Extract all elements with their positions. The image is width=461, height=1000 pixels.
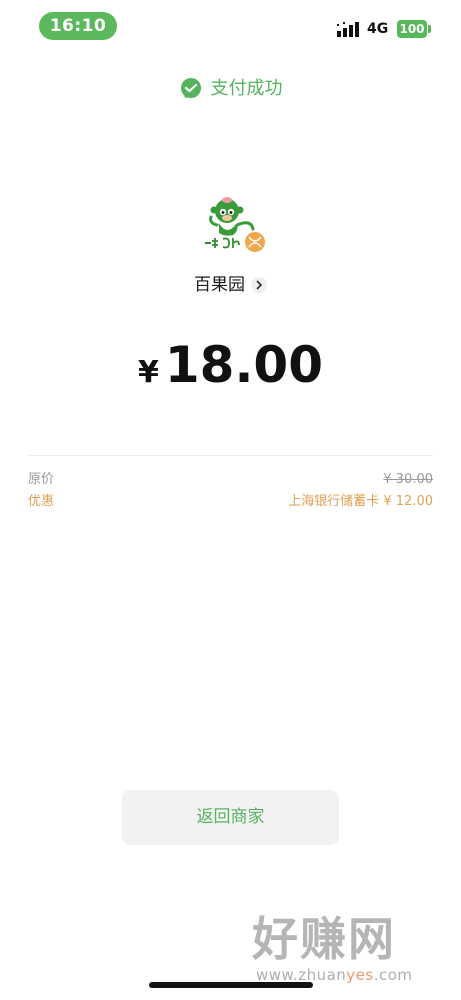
merchant-name: 百果园 (194, 275, 245, 295)
watermark-text: 好赚网 (252, 912, 396, 966)
discount-value: 上海银行储蓄卡 ¥ 12.00 (288, 494, 433, 509)
watermark-url-highlight: yes (346, 966, 374, 984)
original-price-row: 原价 ¥ 30.00 (28, 470, 433, 490)
chevron-right-icon (251, 277, 267, 293)
battery-nub (428, 25, 431, 33)
original-price-label: 原价 (28, 472, 55, 487)
return-to-merchant-button[interactable]: 返回商家 (122, 790, 339, 845)
wechat-pay-icon (180, 78, 201, 98)
battery-indicator: 100 (397, 20, 427, 38)
amount-value: 18.00 (164, 336, 324, 394)
network-type: 4G (367, 21, 389, 37)
payment-success-header: 支付成功 (0, 74, 461, 104)
payment-amount: ¥ 18.00 (0, 336, 461, 400)
currency-symbol: ¥ (137, 355, 159, 390)
original-price-value: ¥ 30.00 (383, 472, 433, 487)
merchant-link[interactable]: 百果园 (0, 272, 461, 298)
discount-label: 优惠 (28, 494, 55, 509)
payment-success-title: 支付成功 (210, 78, 283, 99)
watermark-url-suffix: .com (373, 966, 413, 984)
home-indicator[interactable] (149, 982, 313, 988)
status-bar: 16:10 4G 100 (0, 0, 461, 56)
divider (28, 455, 433, 456)
discount-row: 优惠 上海银行储蓄卡 ¥ 12.00 (28, 492, 433, 512)
merchant-logo (201, 197, 265, 252)
status-time: 16:10 (39, 12, 117, 40)
signal-bars-icon (337, 22, 359, 37)
